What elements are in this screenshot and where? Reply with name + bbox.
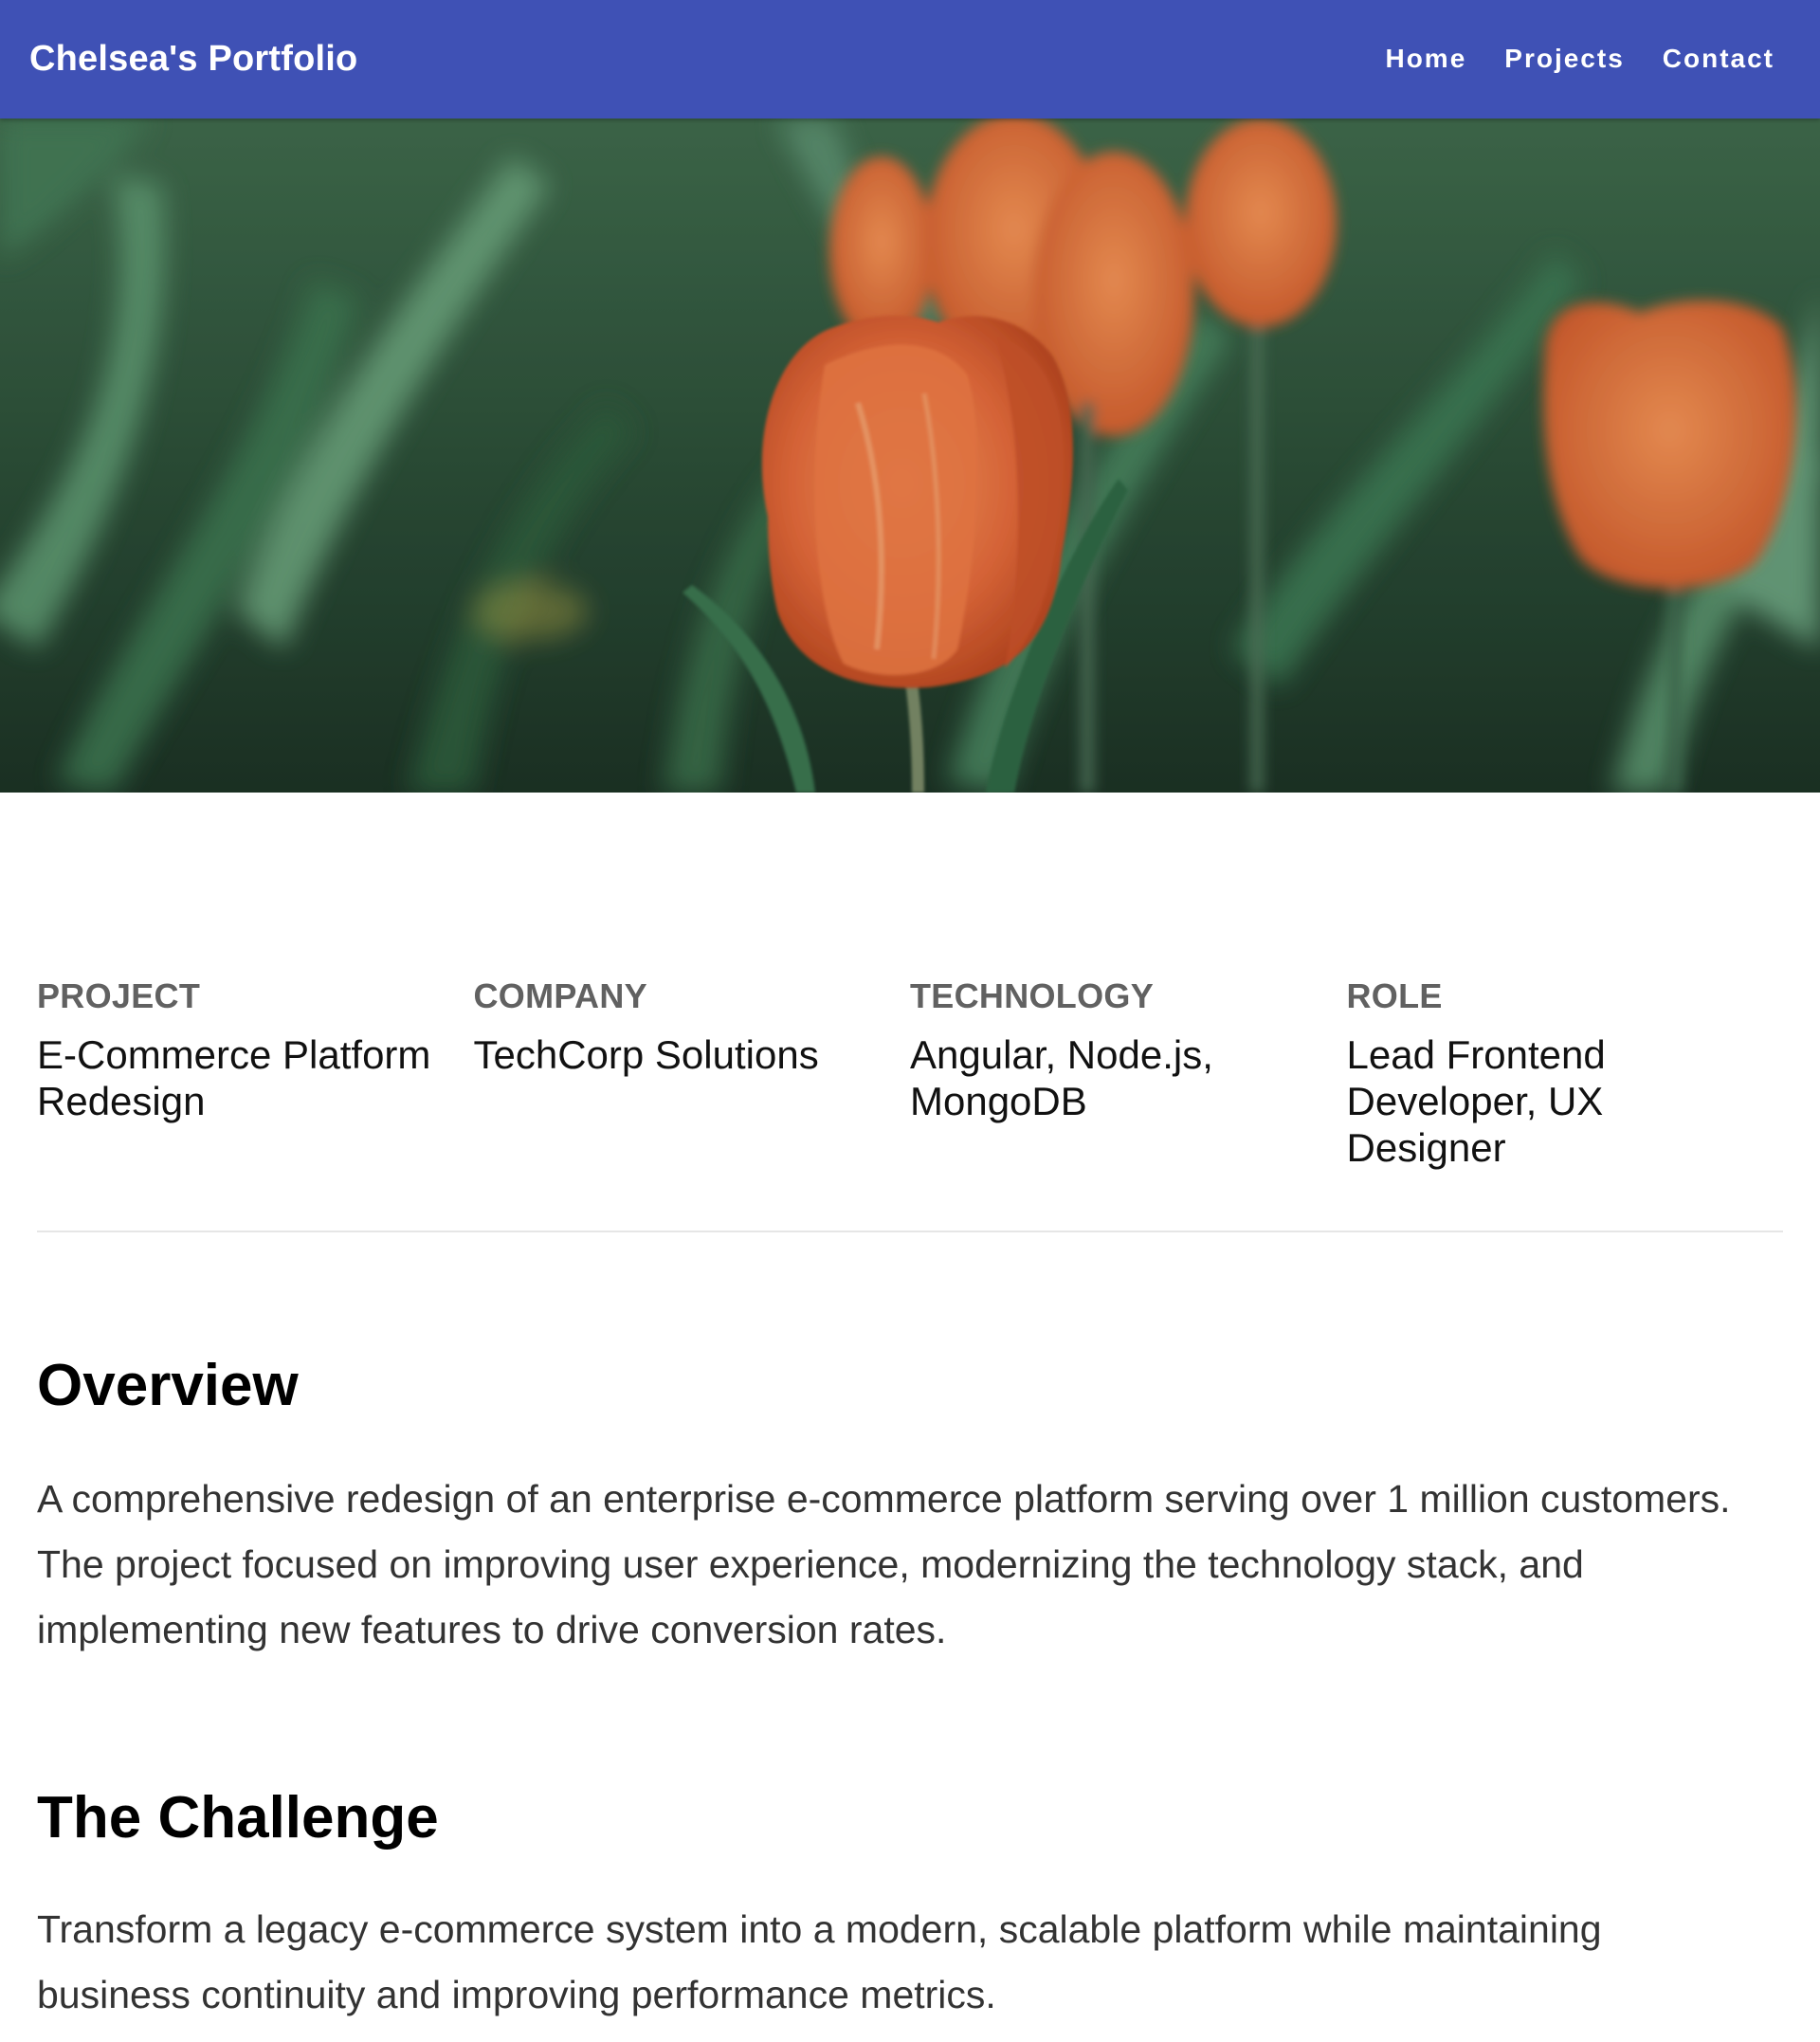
meta-label: ROLE (1346, 976, 1443, 1015)
meta-value: Lead Frontend Developer, UX Designer (1346, 1032, 1606, 1170)
meta-label: PROJECT (37, 976, 201, 1015)
nav-link-projects[interactable]: Projects (1504, 36, 1625, 82)
challenge-heading: The Challenge (37, 1785, 439, 1851)
overview-heading: Overview (37, 1353, 299, 1418)
meta-label: TECHNOLOGY (910, 976, 1155, 1015)
meta-label: COMPANY (473, 976, 647, 1015)
challenge-paragraph: Transform a legacy e-commerce system int… (37, 1907, 1602, 2016)
nav-link-contact[interactable]: Contact (1663, 36, 1774, 82)
section-divider (37, 1231, 1783, 1232)
meta-value: Angular, Node.js, MongoDB (910, 1032, 1213, 1123)
project-meta: PROJECT E-Commerce Platform Redesign COM… (37, 973, 1783, 1171)
meta-value: E-Commerce Platform Redesign (37, 1032, 431, 1123)
meta-role: ROLE Lead Frontend Developer, UX Designe… (1347, 973, 1784, 1171)
meta-value: TechCorp Solutions (473, 1032, 819, 1077)
top-navbar: Chelsea's Portfolio Home Projects Contac… (0, 0, 1820, 119)
tulips-photo (0, 119, 1820, 793)
nav-links: Home Projects Contact (1347, 36, 1774, 82)
hero-image (0, 119, 1820, 793)
meta-project: PROJECT E-Commerce Platform Redesign (37, 973, 474, 1171)
meta-technology: TECHNOLOGY Angular, Node.js, MongoDB (910, 973, 1347, 1171)
overview-paragraph: A comprehensive redesign of an enterpris… (37, 1477, 1731, 1651)
brand-logo-link[interactable]: Chelsea's Portfolio (29, 34, 357, 83)
meta-company: COMPANY TechCorp Solutions (474, 973, 911, 1171)
nav-link-home[interactable]: Home (1385, 36, 1466, 82)
